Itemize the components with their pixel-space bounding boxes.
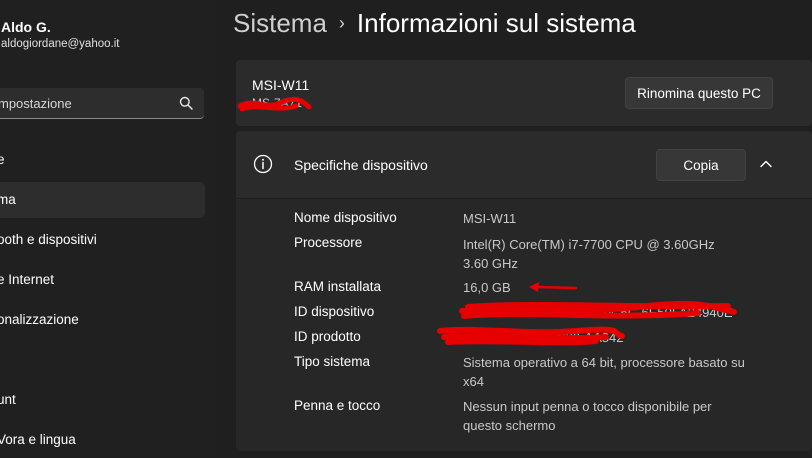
sidebar-item-apps[interactable] (0, 342, 205, 378)
search-icon[interactable] (179, 96, 193, 110)
spec-label: Processore (294, 235, 363, 250)
sidebar-item-network[interactable]: e Internet (0, 262, 205, 298)
spec-label: Tipo sistema (294, 354, 371, 369)
breadcrumb-parent[interactable]: Sistema (233, 8, 327, 38)
sidebar-item-personalization[interactable]: onalizzazione (0, 302, 205, 338)
user-email: aldogiordane@yahoo.it (1, 38, 120, 50)
spec-value: Intel(R) Core(TM) i7-7700 CPU @ 3.60GHz … (463, 237, 715, 271)
search-input[interactable] (0, 88, 175, 119)
spec-value: Nessun input penna o tocco disponibile p… (463, 399, 712, 433)
pc-name: MSI-W11 (252, 77, 310, 93)
sidebar-item-label: Vora e lingua (0, 432, 76, 447)
sidebar-item-home[interactable]: e (0, 142, 205, 178)
spec-label: ID prodotto (294, 329, 361, 344)
info-icon (253, 154, 273, 174)
device-specs-list: Nome dispositivo MSI-W11 Processore Inte… (236, 199, 812, 451)
breadcrumb: Sistema › Informazioni sul sistema (233, 4, 636, 42)
sidebar: Aldo G. aldogiordane@yahoo.it e ma ooth … (0, 0, 214, 457)
main-content: Sistema › Informazioni sul sistema MSI-W11… (214, 0, 812, 457)
chevron-right-icon: › (338, 13, 345, 33)
sidebar-item-label: ooth e dispositivi (0, 232, 97, 247)
spec-label: Penna e tocco (294, 398, 381, 413)
rename-pc-button[interactable]: Rinomina questo PC (625, 77, 773, 109)
pc-name-card: MSI-W11 MS-7A71 Rinomina questo PC (236, 60, 812, 126)
sidebar-item-bluetooth[interactable]: ooth e dispositivi (0, 222, 205, 258)
spec-value: 00330-80000-00000-AA842 (463, 330, 624, 345)
spec-value: 16,0 GB (463, 280, 511, 295)
user-name: Aldo G. (1, 19, 51, 35)
sidebar-item-accounts[interactable]: unt (0, 382, 205, 418)
sidebar-item-label: e Internet (0, 272, 55, 287)
spec-label: RAM installata (294, 279, 382, 294)
device-specs-header[interactable]: Specifiche dispositivo Copia (236, 131, 812, 198)
sidebar-item-label: unt (0, 392, 16, 407)
spec-value: Sistema operativo a 64 bit, processore b… (463, 355, 745, 389)
chevron-up-icon[interactable] (759, 157, 773, 171)
spec-value: MSI-W11 (463, 211, 517, 226)
pc-model: MS-7A71 (252, 96, 303, 110)
sidebar-item-label: e (0, 152, 5, 167)
copy-button[interactable]: Copia (656, 149, 746, 181)
spec-label: ID dispositivo (294, 304, 375, 319)
specs-title: Specifiche dispositivo (294, 157, 428, 173)
spec-value: D4E0B9C1-9C7A-42A8-9C6C-6E50FA24940E (463, 305, 733, 320)
page-title: Informazioni sul sistema (356, 8, 636, 38)
sidebar-item-label: ma (0, 192, 16, 207)
search-box[interactable] (0, 88, 204, 119)
sidebar-item-system[interactable]: ma (0, 182, 205, 218)
sidebar-item-time-language[interactable]: Vora e lingua (0, 422, 205, 458)
spec-label: Nome dispositivo (294, 210, 397, 225)
sidebar-item-label: onalizzazione (0, 312, 79, 327)
